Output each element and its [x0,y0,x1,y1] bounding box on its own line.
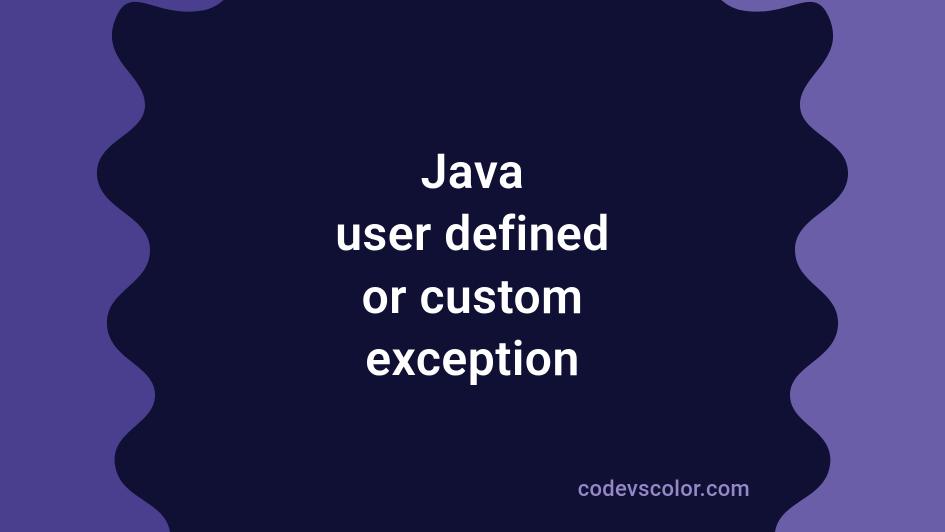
title-line-1: Java [421,143,525,200]
banner-container: Java user defined or custom exception co… [0,0,945,532]
content-area: Java user defined or custom exception [335,141,610,391]
title-line-2: user defined [335,206,610,263]
footer-url: codevscolor.com [578,477,750,502]
title-line-4: exception [365,330,580,387]
title-line-3: or custom [362,268,584,325]
main-title: Java user defined or custom exception [335,141,610,391]
footer: codevscolor.com [578,477,750,502]
